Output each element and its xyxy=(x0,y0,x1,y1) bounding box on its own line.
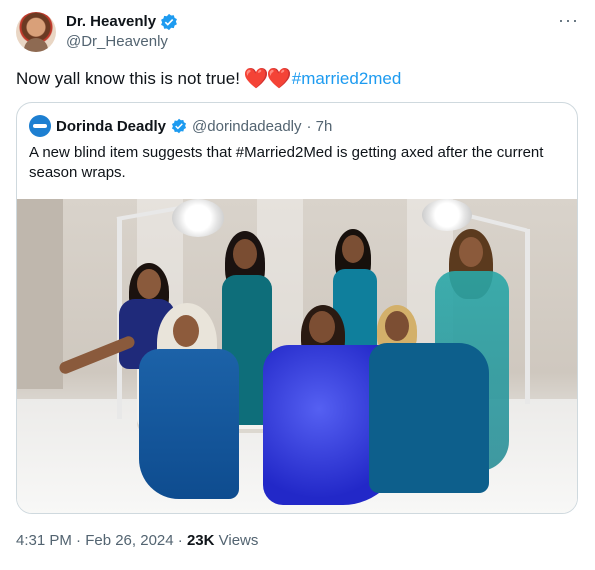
quoted-tweet-text: A new blind item suggests that #Married2… xyxy=(29,144,544,181)
tweet: Dr. Heavenly @Dr_Heavenly ··· Now yall k… xyxy=(0,0,595,570)
quoted-author-handle: @dorindadeadly xyxy=(192,117,302,135)
tweet-body: Now yall know this is not true! xyxy=(16,69,240,88)
quoted-tweet-header: Dorinda Deadly @dorindadeadly · 7h xyxy=(29,115,332,137)
photo-shelf xyxy=(17,199,63,389)
quoted-tweet-time: · 7h xyxy=(306,117,333,135)
verified-badge-icon xyxy=(161,13,177,30)
more-horizontal-icon[interactable]: ··· xyxy=(558,10,579,31)
author-name-row: Dr. Heavenly xyxy=(66,12,178,31)
views-count: 23K xyxy=(186,532,215,549)
tweet-footer: 4:31 PM · Feb 26, 2024 · 23K Views xyxy=(16,532,258,549)
heart-emoji: ❤️❤️ xyxy=(243,68,292,90)
surgical-lamp-left xyxy=(172,199,224,237)
quoted-author-name: Dorinda Deadly xyxy=(56,117,167,135)
hashtag-link[interactable]: #married2med xyxy=(292,68,402,90)
author-display-name[interactable]: Dr. Heavenly xyxy=(66,12,156,31)
tweet-timestamp[interactable]: 4:31 PM · Feb 26, 2024 · xyxy=(16,532,187,549)
author-avatar[interactable] xyxy=(16,12,56,52)
views-label: Views xyxy=(214,532,259,549)
quoted-verified-badge-icon xyxy=(171,118,187,134)
author-handle[interactable]: @Dr_Heavenly xyxy=(66,33,168,50)
lamp-stand-right xyxy=(525,229,530,404)
tweet-text: Now yall know this is not true! ❤️❤️ #ma… xyxy=(16,68,401,90)
quoted-tweet-photo[interactable] xyxy=(17,199,577,513)
quoted-tweet[interactable]: Dorinda Deadly @dorindadeadly · 7h A new… xyxy=(16,102,578,514)
surgical-lamp-right xyxy=(422,199,472,231)
quoted-author-avatar xyxy=(29,115,51,137)
